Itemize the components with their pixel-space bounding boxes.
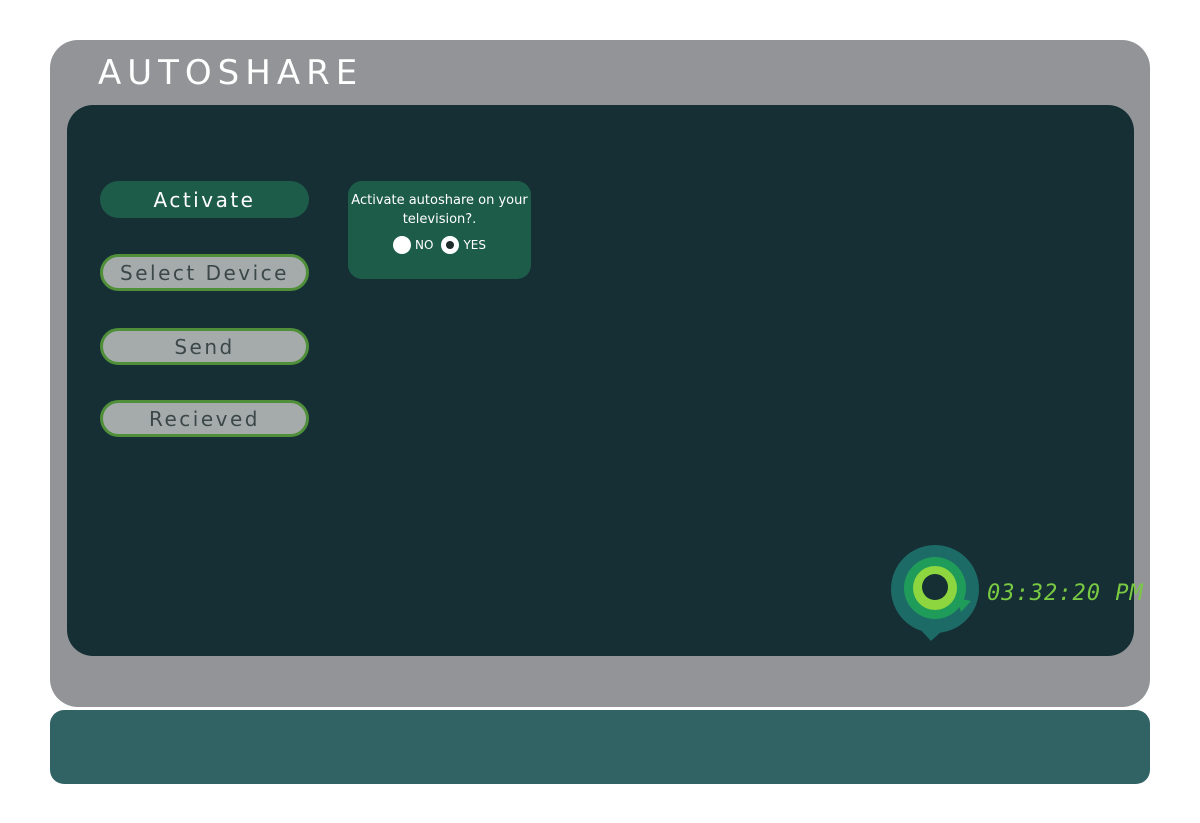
recieved-button[interactable]: Recieved xyxy=(100,400,309,437)
activate-dialog: Activate autoshare on your television?. … xyxy=(348,181,531,279)
radio-yes-label: YES xyxy=(463,238,486,252)
dialog-question: Activate autoshare on your television?. xyxy=(351,193,528,227)
device-base xyxy=(50,710,1150,784)
send-button[interactable]: Send xyxy=(100,328,309,365)
radio-no-label: NO xyxy=(415,238,434,252)
app-title: AUTOSHARE xyxy=(98,53,364,93)
radio-yes-circle-icon[interactable] xyxy=(441,236,460,254)
select-device-button[interactable]: Select Device xyxy=(100,254,309,291)
radio-yes[interactable]: YES xyxy=(441,236,486,254)
activate-button[interactable]: Activate xyxy=(100,181,309,218)
clock-display: 03:32:20 PM xyxy=(987,581,1144,606)
radio-no[interactable]: NO xyxy=(393,236,433,254)
radio-group: NO YES xyxy=(348,236,531,254)
radio-no-circle-icon[interactable] xyxy=(393,236,412,254)
screen-panel: Activate Select Device Send Recieved Act… xyxy=(67,105,1143,656)
autoshare-logo-icon xyxy=(891,545,979,641)
device-frame: AUTOSHARE Activate Select Device Send Re… xyxy=(50,40,1150,707)
